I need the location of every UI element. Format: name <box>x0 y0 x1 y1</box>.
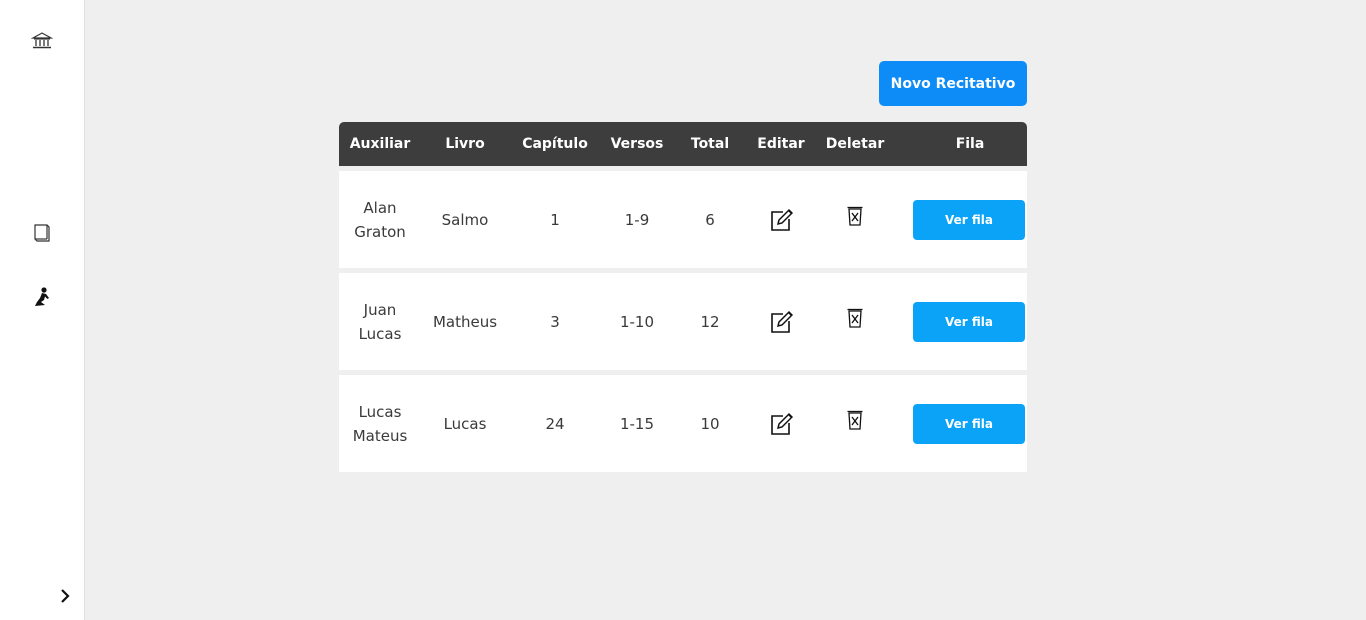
table-row: Lucas Mateus Lucas 24 1-15 10 Ver fila <box>339 375 1027 472</box>
cell-auxiliar: Alan Graton <box>354 198 406 241</box>
delete-icon[interactable] <box>842 203 868 229</box>
table-row: Juan Lucas Matheus 3 1-10 12 Ver fila <box>339 273 1027 370</box>
header-livro: Livro <box>445 136 485 152</box>
cell-livro: Lucas <box>443 414 487 433</box>
cell-livro: Salmo <box>441 210 489 229</box>
cell-total: 10 <box>700 414 720 433</box>
header-capitulo: Capítulo <box>522 136 588 152</box>
cell-total: 12 <box>700 312 720 331</box>
cell-auxiliar: Lucas Mateus <box>352 402 408 445</box>
cell-livro: Matheus <box>432 312 498 331</box>
delete-icon[interactable] <box>842 407 868 433</box>
new-recitativo-button[interactable]: Novo Recitativo <box>879 61 1027 106</box>
praying-person-icon[interactable] <box>30 285 54 309</box>
cell-auxiliar: Juan Lucas <box>358 300 402 343</box>
cell-capitulo: 3 <box>550 312 560 331</box>
recitativos-table: Auxiliar Livro Capítulo Versos Total Edi… <box>339 122 1027 472</box>
table-header: Auxiliar Livro Capítulo Versos Total Edi… <box>339 122 1027 166</box>
cell-versos: 1-15 <box>619 414 655 433</box>
ver-fila-button[interactable]: Ver fila <box>913 403 1025 444</box>
cell-capitulo: 24 <box>545 414 565 433</box>
book-icon[interactable] <box>30 221 54 245</box>
cell-versos: 1-9 <box>624 210 650 229</box>
temple-icon[interactable] <box>30 29 54 53</box>
chevron-right-icon[interactable] <box>56 585 74 607</box>
edit-icon[interactable] <box>768 207 794 233</box>
cell-capitulo: 1 <box>550 210 560 229</box>
ver-fila-button[interactable]: Ver fila <box>913 301 1025 342</box>
header-deletar: Deletar <box>825 136 885 152</box>
delete-icon[interactable] <box>842 305 868 331</box>
cell-total: 6 <box>705 210 715 229</box>
header-versos: Versos <box>610 136 664 152</box>
ver-fila-button[interactable]: Ver fila <box>913 199 1025 240</box>
edit-icon[interactable] <box>768 411 794 437</box>
header-fila: Fila <box>955 136 985 152</box>
header-auxiliar: Auxiliar <box>349 136 411 152</box>
sidebar <box>0 0 85 620</box>
cell-versos: 1-10 <box>619 312 655 331</box>
header-total: Total <box>690 136 730 152</box>
edit-icon[interactable] <box>768 309 794 335</box>
header-editar: Editar <box>757 136 805 152</box>
table-row: Alan Graton Salmo 1 1-9 6 Ver fila <box>339 171 1027 268</box>
